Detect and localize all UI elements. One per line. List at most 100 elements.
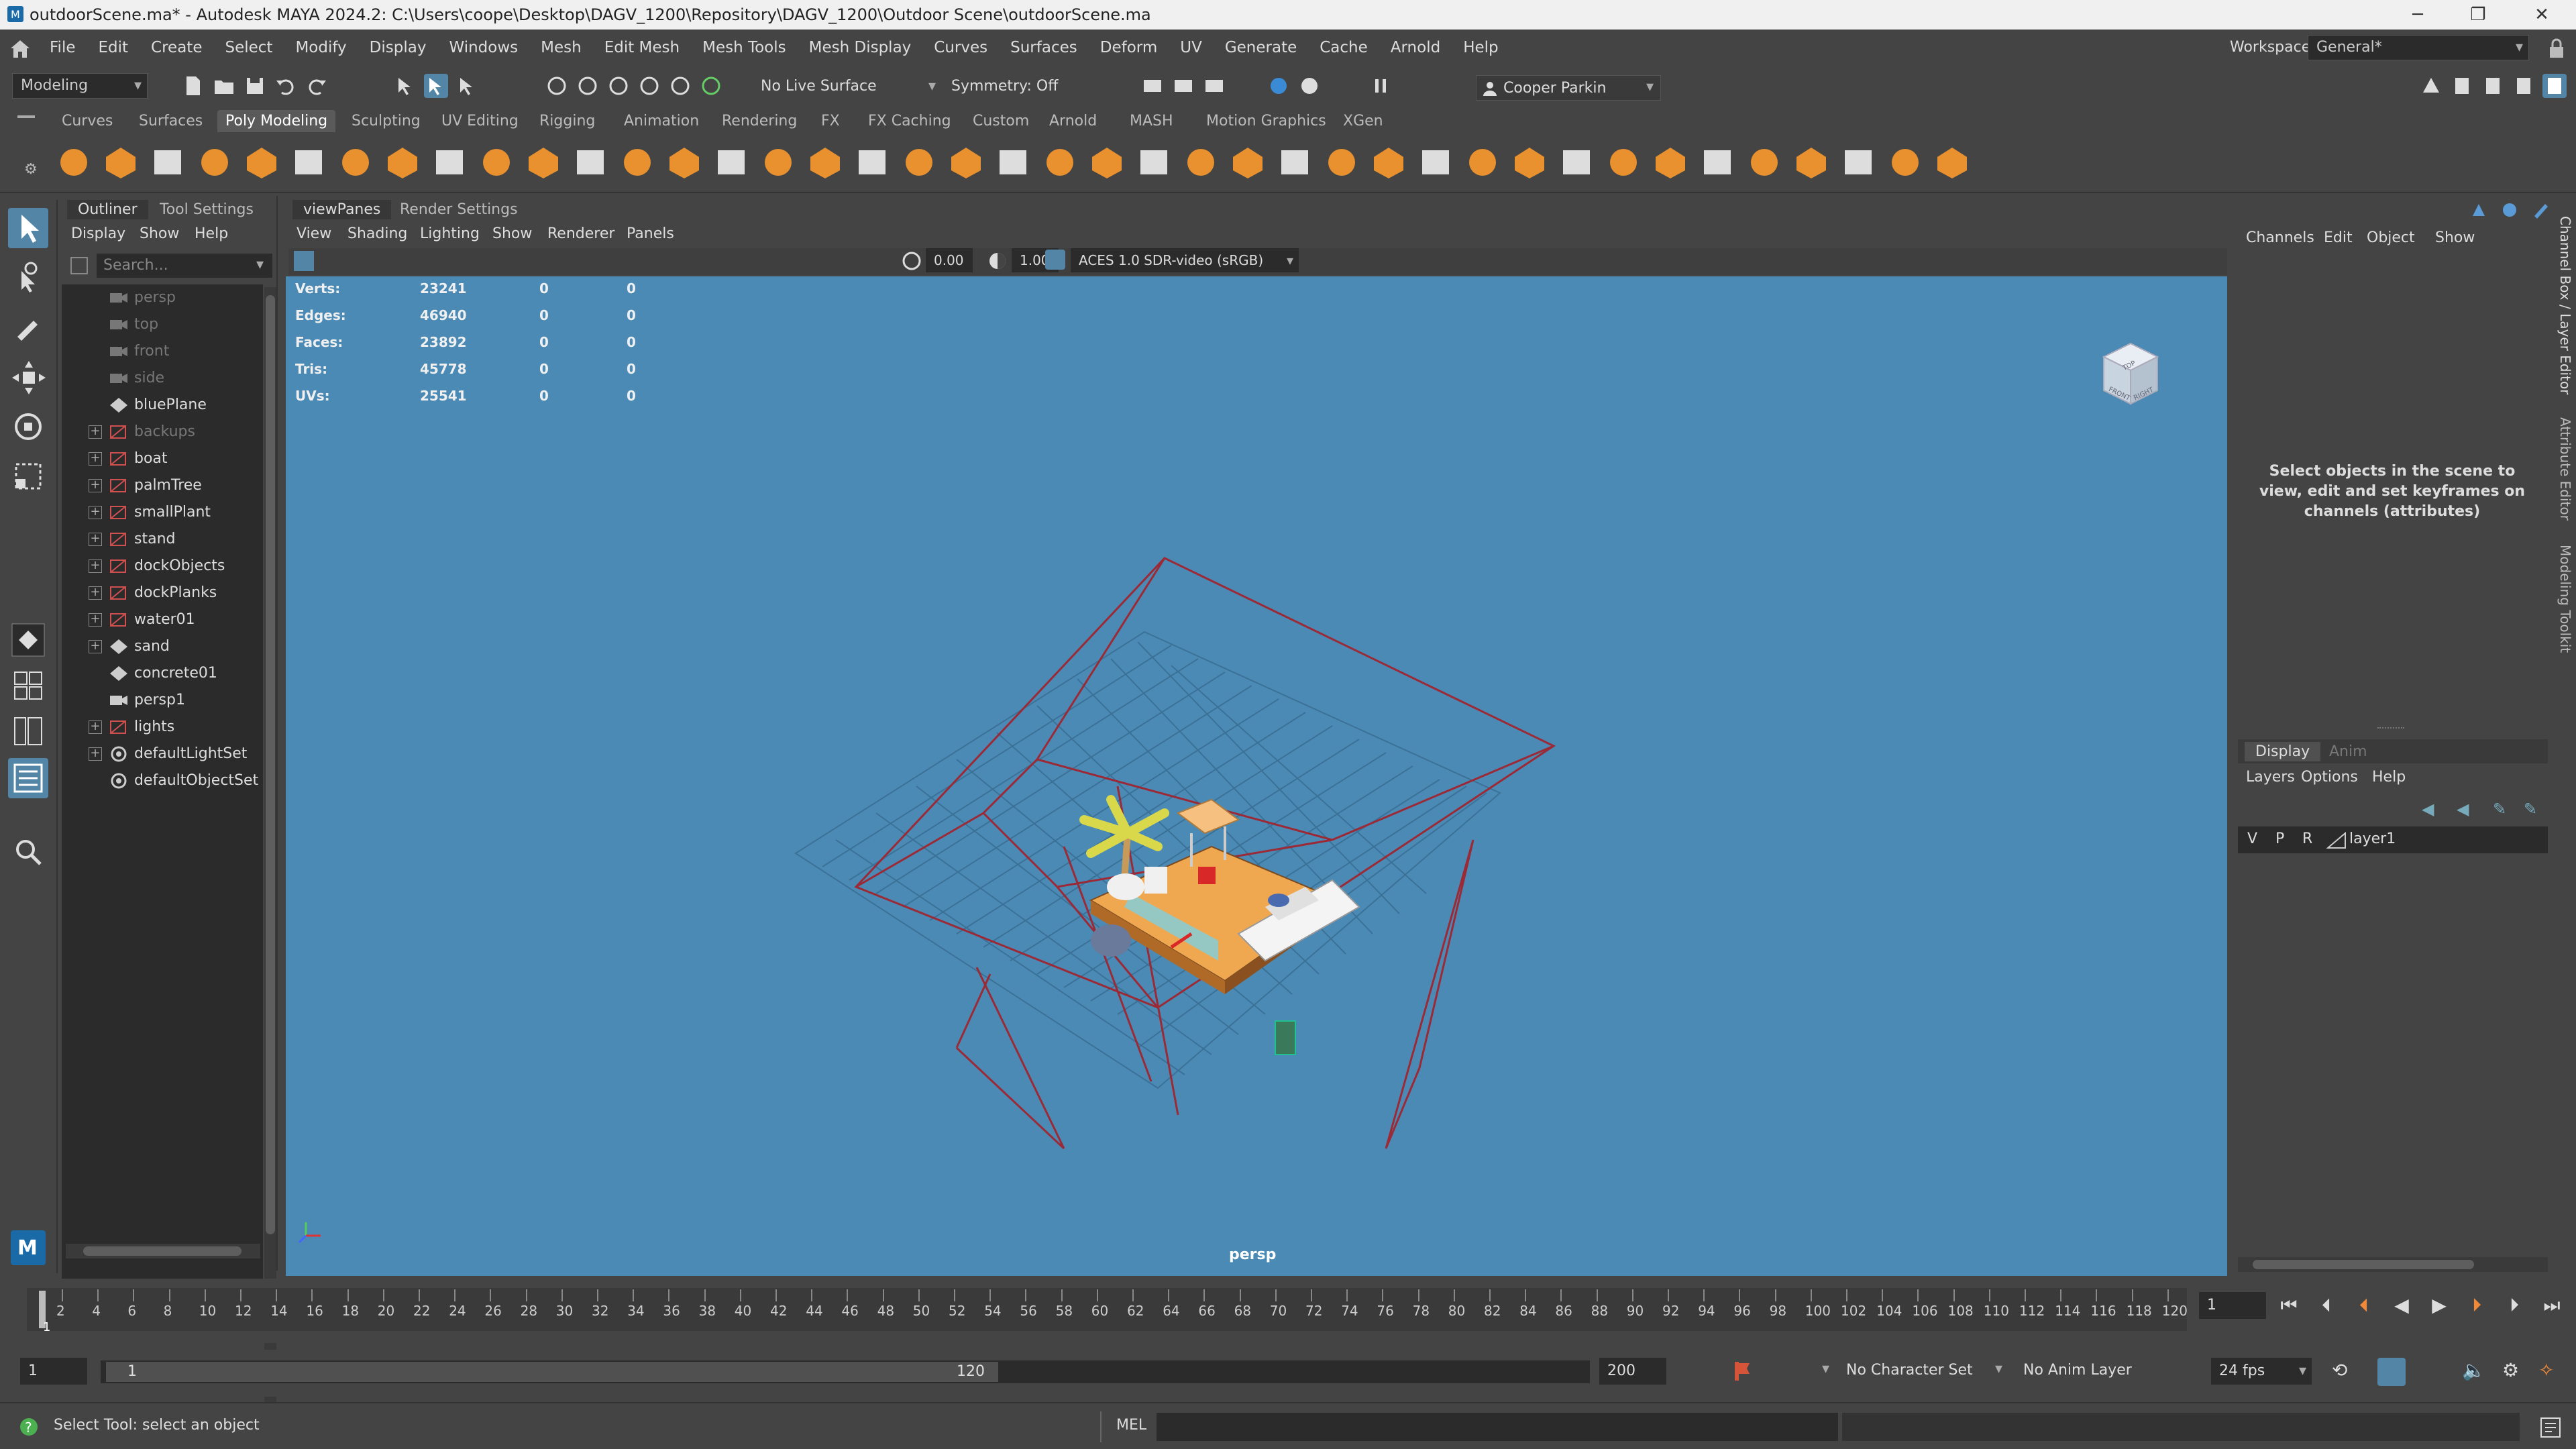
snap-surface-icon[interactable] [668,74,692,98]
outliner-item[interactable]: concrete01 [62,660,263,687]
tool-settings-icon[interactable] [2481,74,2505,98]
center-pivot-icon[interactable] [1322,142,1362,182]
cache-playback-icon[interactable] [2377,1358,2406,1386]
uv-cut-icon[interactable] [1603,142,1644,182]
layer-name[interactable]: layer1 [2349,830,2396,847]
layer-color-icon[interactable] [2326,831,2347,853]
panel-menu-renderer[interactable]: Renderer [547,225,614,242]
paint-weights-icon[interactable] [1744,142,1784,182]
layer-editor-icon[interactable] [2542,74,2567,98]
panel-splitter[interactable] [2377,727,2404,729]
scale-tool-icon[interactable] [8,456,48,496]
tab-viewpanes[interactable]: viewPanes [292,200,392,219]
menu-display[interactable]: Display [370,39,427,56]
fps-dropdown[interactable]: 24 fps ▾ [2211,1358,2312,1385]
outliner-hscrollbar[interactable] [66,1244,260,1258]
outliner-item[interactable]: top [62,311,263,338]
expand-icon[interactable]: + [89,586,102,600]
new-layer-icon[interactable]: ✎ [2493,800,2506,818]
channel-box-tool-icon[interactable] [2469,200,2489,224]
bevel-icon[interactable] [758,142,798,182]
snap-grid-icon[interactable] [545,74,569,98]
super-shape-icon[interactable] [429,142,470,182]
command-input[interactable] [1157,1413,1838,1441]
menu-cache[interactable]: Cache [1320,39,1368,56]
script-editor-icon[interactable] [2538,1415,2563,1444]
outliner-menu-show[interactable]: Show [140,225,179,242]
uv-layout-icon[interactable] [1697,142,1737,182]
freeze-transforms-icon[interactable] [1368,142,1409,182]
expand-icon[interactable]: + [89,613,102,627]
layer-visibility-toggle[interactable]: V [2247,830,2257,847]
shelf-tab-xgen[interactable]: XGen [1335,110,1391,132]
character-set-dropdown[interactable]: No Character Set [1846,1362,1973,1379]
play-backward-icon[interactable]: ◀ [2388,1292,2415,1319]
outliner-item[interactable]: + sand [62,633,263,660]
search-icon[interactable] [8,832,48,872]
mel-label[interactable]: MEL [1116,1417,1146,1434]
animation-start-field[interactable]: 1 [20,1358,87,1385]
layer-hscrollbar-thumb[interactable] [2253,1260,2474,1269]
anim-prefs-icon[interactable]: ⚙ [2502,1359,2519,1381]
workspace-dropdown[interactable]: General* ▾ [2308,35,2529,60]
smooth-icon[interactable] [711,142,751,182]
shelf-tab-curves[interactable]: Curves [54,110,121,132]
home-icon[interactable] [9,39,31,59]
move-layer-down-icon[interactable]: ◀ [2457,800,2469,818]
menuset-dropdown[interactable]: Modeling ▾ [12,73,148,99]
open-scene-icon[interactable] [212,74,236,98]
shelf-tab-surfaces[interactable]: Surfaces [131,110,211,132]
poly-cube-icon[interactable] [101,142,141,182]
tab-render-settings[interactable]: Render Settings [389,200,529,219]
multi-cut-icon[interactable] [946,142,986,182]
panel-menu-panels[interactable]: Panels [627,225,674,242]
outliner-item[interactable]: front [62,338,263,365]
gamma-icon[interactable] [986,250,1009,276]
poly-type-icon[interactable] [523,142,564,182]
append-icon[interactable] [1040,142,1080,182]
poly-plane-icon[interactable] [288,142,329,182]
panel-menu-shading[interactable]: Shading [347,225,407,242]
new-layer-selected-icon[interactable]: ✎ [2524,800,2537,818]
restore-button[interactable]: ❐ [2449,0,2508,30]
outliner-item[interactable]: bluePlane [62,392,263,419]
separate-icon[interactable] [664,142,704,182]
channels-menu-object[interactable]: Object [2367,229,2415,246]
channels-menu-edit[interactable]: Edit [2324,229,2353,246]
shelf-tab-mash[interactable]: MASH [1122,110,1181,132]
minimize-button[interactable]: ─ [2388,0,2447,30]
shelf-tab-motion-graphics[interactable]: Motion Graphics [1198,110,1334,132]
shelf-tab-poly-modeling[interactable]: Poly Modeling [217,110,336,132]
outliner-item[interactable]: + boat [62,445,263,472]
menu-windows[interactable]: Windows [449,39,518,56]
combine-icon[interactable] [617,142,657,182]
help-icon[interactable]: ? [19,1417,39,1441]
crease-icon[interactable] [1885,142,1925,182]
tab-display-layers[interactable]: Display [2245,742,2321,761]
save-scene-icon[interactable] [243,74,267,98]
platonic-solid-icon[interactable] [382,142,423,182]
side-tab-attribute-editor[interactable]: Attribute Editor [2557,417,2573,521]
channel-box-settings-icon[interactable] [2500,200,2520,224]
menu-create[interactable]: Create [151,39,202,56]
select-object-icon[interactable] [424,74,448,98]
select-hierarchy-icon[interactable] [393,74,417,98]
shelf-tab-animation[interactable]: Animation [616,110,707,132]
shelf-tab-fx[interactable]: FX [813,110,848,132]
step-forward-frame-icon[interactable]: ⏵ [2501,1292,2528,1319]
time-ruler[interactable]: 1 2 4 6 8 10 12 14 16 18 20 22 24 26 28 30 32 34 36 38 40 42… [27,1288,2188,1334]
shelf-tab-arnold[interactable]: Arnold [1041,110,1105,132]
menu-curves[interactable]: Curves [934,39,987,56]
layers-menu-layers[interactable]: Layers [2246,769,2295,786]
animation-end-field[interactable]: 200 [1599,1358,1666,1385]
sound-icon[interactable]: 🔈 [2462,1359,2485,1381]
camera-select-icon[interactable] [294,251,314,271]
relax-icon[interactable] [1838,142,1878,182]
menu-mesh[interactable]: Mesh [541,39,582,56]
expand-icon[interactable]: + [89,720,102,734]
layer-row[interactable]: V P R layer1 [2238,826,2548,853]
menu-help[interactable]: Help [1463,39,1498,56]
paint-select-tool-icon[interactable] [8,307,48,347]
outliner-item[interactable]: + smallPlant [62,499,263,526]
exposure-field[interactable]: 0.00 [926,248,973,272]
